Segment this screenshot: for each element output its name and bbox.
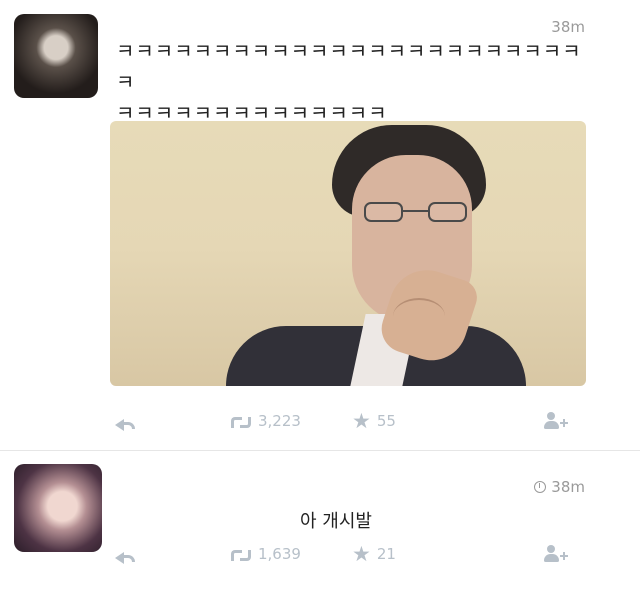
follow-icon[interactable] — [544, 412, 568, 429]
tweet-2-text: 아 개시발 — [300, 511, 372, 532]
retweet-icon — [230, 547, 252, 561]
follow-icon[interactable] — [544, 545, 568, 562]
favorite-count: 21 — [376, 545, 396, 563]
plus-icon — [560, 552, 568, 560]
reply-icon[interactable] — [115, 413, 135, 431]
tweet-1-photo[interactable] — [110, 121, 586, 386]
retweet-button[interactable]: 1,639 — [230, 545, 301, 563]
photo-glasses-right-lens — [428, 202, 467, 222]
tweet-2-time-label: 38m — [551, 478, 585, 496]
favorite-count: 55 — [376, 412, 396, 430]
retweet-icon — [230, 414, 252, 428]
tweet-1-text: ㅋㅋㅋㅋㅋㅋㅋㅋㅋㅋㅋㅋㅋㅋㅋㅋㅋㅋㅋㅋㅋㅋㅋㅋㅋ ㅋㅋㅋㅋㅋㅋㅋㅋㅋㅋㅋㅋㅋㅋ — [116, 36, 596, 129]
retweet-count: 3,223 — [258, 412, 301, 430]
tweet-2: 38m 아 개시발 1,639 ★ 21 — [0, 450, 640, 595]
photo-glasses-left-lens — [364, 202, 403, 222]
tweet-1-actions: 3,223 ★ 55 — [0, 405, 640, 433]
retweet-button[interactable]: 3,223 — [230, 412, 301, 430]
favorite-button[interactable]: ★ 21 — [352, 542, 396, 566]
tweet-2-actions: 1,639 ★ 21 — [0, 538, 640, 566]
reply-icon[interactable] — [115, 546, 135, 564]
tweet-1: 38m ㅋㅋㅋㅋㅋㅋㅋㅋㅋㅋㅋㅋㅋㅋㅋㅋㅋㅋㅋㅋㅋㅋㅋㅋㅋ ㅋㅋㅋㅋㅋㅋㅋㅋㅋㅋ… — [0, 0, 640, 450]
photo-glasses — [364, 202, 467, 222]
tweet-2-time: 38m — [534, 478, 585, 496]
photo-hand-shadow — [393, 298, 445, 335]
clock-icon — [534, 481, 547, 493]
tweet-1-text-line-1: ㅋㅋㅋㅋㅋㅋㅋㅋㅋㅋㅋㅋㅋㅋㅋㅋㅋㅋㅋㅋㅋㅋㅋㅋㅋ — [116, 39, 582, 94]
star-icon: ★ — [352, 409, 371, 433]
tweet-1-avatar[interactable] — [14, 14, 98, 98]
star-icon: ★ — [352, 542, 371, 566]
favorite-button[interactable]: ★ 55 — [352, 409, 396, 433]
retweet-count: 1,639 — [258, 545, 301, 563]
plus-icon — [560, 419, 568, 427]
photo-glasses-bridge — [403, 210, 428, 212]
tweet-1-time: 38m — [551, 18, 585, 36]
